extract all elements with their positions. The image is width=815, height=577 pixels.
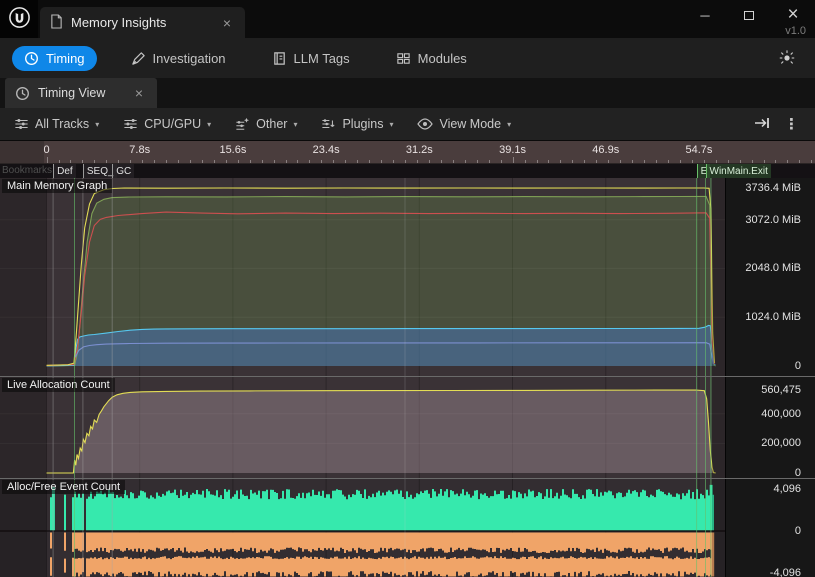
view-tab-label: Timing View xyxy=(38,86,123,100)
toolbar-tab-label: Timing xyxy=(46,51,85,66)
tracks-filter-icon xyxy=(14,117,29,131)
ruler-tick-label: 7.8s xyxy=(129,144,150,156)
unreal-logo-icon xyxy=(8,6,31,32)
toolbar-tab-label: Modules xyxy=(418,51,467,66)
bookmarks-lane-label: Bookmarks xyxy=(2,165,52,176)
ruler-tick-label: 46.9s xyxy=(592,144,619,156)
memory-insights-window: Memory Insights × ─ × v1.0 Timing Investi… xyxy=(0,0,815,577)
doc-tab-memory-insights[interactable]: Memory Insights × xyxy=(40,7,245,38)
debug-bug-icon[interactable] xyxy=(779,49,795,68)
chevron-down-icon: ▾ xyxy=(389,120,393,129)
axis-label: 4,096 xyxy=(773,483,801,495)
timeline-marker-gc[interactable]: GC xyxy=(112,164,134,178)
chevron-down-icon: ▾ xyxy=(293,120,297,129)
doc-tab-close-icon[interactable]: × xyxy=(219,16,235,30)
dropdown-other[interactable]: Other ▾ xyxy=(227,112,305,136)
axis-label: -4,096 xyxy=(770,567,801,577)
axis-label: 3072.0 MiB xyxy=(745,214,801,226)
toolbar-tab-label: LLM Tags xyxy=(294,51,350,66)
ruler-tick-label: 0 xyxy=(43,144,49,156)
doc-tab-title: Memory Insights xyxy=(71,15,209,30)
eye-icon xyxy=(417,118,433,130)
post-session-shade xyxy=(712,178,725,577)
series-alloc-events xyxy=(50,485,714,531)
toolbar-tab-label: Investigation xyxy=(153,51,226,66)
chevron-down-icon: ▾ xyxy=(207,120,211,129)
track-separator xyxy=(0,478,815,479)
dropdown-all-tracks[interactable]: All Tracks ▾ xyxy=(6,112,107,136)
titlebar: Memory Insights × ─ × v1.0 xyxy=(0,0,815,38)
maximize-icon xyxy=(744,11,754,20)
toolbar-tab-llm-tags[interactable]: LLM Tags xyxy=(260,46,362,71)
timeline-marker-winmain-exit[interactable]: WinMain.Exit xyxy=(706,164,771,178)
view-tab-timing-view[interactable]: Timing View × xyxy=(5,78,157,108)
version-label: v1.0 xyxy=(785,25,806,37)
axis-label: 3736.4 MiB xyxy=(745,182,801,194)
toolbar-tab-timing[interactable]: Timing xyxy=(12,46,97,71)
track-header-alloc-free-event-count[interactable]: Alloc/Free Event Count xyxy=(2,480,125,494)
investigation-icon xyxy=(131,51,146,66)
toolbar-tab-investigation[interactable]: Investigation xyxy=(119,46,238,71)
series-free-events-lower xyxy=(50,556,714,576)
track-header-main-memory-graph[interactable]: Main Memory Graph xyxy=(2,179,112,193)
ruler-tick-label: 15.6s xyxy=(219,144,246,156)
series-allocated-band-fill xyxy=(47,326,716,367)
dropdown-label: Plugins xyxy=(342,117,383,131)
dropdown-plugins[interactable]: Plugins ▾ xyxy=(313,112,401,136)
kebab-menu-icon[interactable]: ⋮ xyxy=(784,115,799,133)
main-toolbar: Timing Investigation LLM Tags Modules xyxy=(0,38,815,78)
dropdown-label: View Mode xyxy=(439,117,501,131)
unreal-logo-button[interactable] xyxy=(0,0,38,38)
clock-icon xyxy=(24,51,39,66)
ruler-tick-label: 39.1s xyxy=(499,144,526,156)
page-icon xyxy=(50,14,63,32)
time-ruler[interactable]: 0 7.8s 15.6s 23.4s 31.2s 39.1s 46.9s 54.7s xyxy=(0,140,815,163)
maximize-button[interactable] xyxy=(727,0,771,30)
dropdown-cpu-gpu[interactable]: CPU/GPU ▾ xyxy=(115,112,219,136)
dropdown-label: Other xyxy=(256,117,287,131)
jump-to-end-icon[interactable] xyxy=(754,116,770,133)
dropdown-view-mode[interactable]: View Mode ▾ xyxy=(409,112,519,136)
track-separator xyxy=(0,376,815,377)
track-header-live-allocation-count[interactable]: Live Allocation Count xyxy=(2,378,115,392)
axis-label: 560,475 xyxy=(761,384,801,396)
timeline-marker-def[interactable]: Def xyxy=(53,164,76,178)
cpu-gpu-filter-icon xyxy=(123,117,138,131)
axis-label: 2048.0 MiB xyxy=(745,262,801,274)
ruler-lead-shade xyxy=(0,141,44,163)
axis-label: 0 xyxy=(795,360,801,372)
bookmarks-lane: Bookmarks DefSEQ_GCEWinMain.Exit xyxy=(0,163,815,178)
toolbar-tab-modules[interactable]: Modules xyxy=(384,46,479,71)
value-axis-panel: 3736.4 MiB 3072.0 MiB 2048.0 MiB 1024.0 MiB… xyxy=(725,178,815,577)
toolbar-right xyxy=(779,49,803,68)
chevron-down-icon: ▾ xyxy=(507,120,511,129)
axis-label: 400,000 xyxy=(761,408,801,420)
other-filter-icon xyxy=(235,117,250,131)
plugins-filter-icon xyxy=(321,117,336,131)
filterbar-right: ⋮ xyxy=(754,115,809,133)
timing-graph-area[interactable]: 3736.4 MiB 3072.0 MiB 2048.0 MiB 1024.0 MiB… xyxy=(0,178,815,577)
ruler-tick-label: 54.7s xyxy=(686,144,713,156)
chevron-down-icon: ▾ xyxy=(95,120,99,129)
modules-icon xyxy=(396,51,411,66)
ruler-tick-label: 31.2s xyxy=(406,144,433,156)
dropdown-label: All Tracks xyxy=(35,117,89,131)
minimize-button[interactable]: ─ xyxy=(683,0,727,30)
axis-label: 1024.0 MiB xyxy=(745,311,801,323)
view-tab-close-icon[interactable]: × xyxy=(131,86,147,100)
view-tab-bar: Timing View × xyxy=(0,78,815,108)
clock-icon xyxy=(15,86,30,101)
series-live-allocation-count-fill xyxy=(47,390,716,473)
llm-tags-icon xyxy=(272,51,287,66)
axis-label: 0 xyxy=(795,525,801,537)
dropdown-label: CPU/GPU xyxy=(144,117,201,131)
ruler-tick-label: 23.4s xyxy=(313,144,340,156)
axis-label: 200,000 xyxy=(761,437,801,449)
filter-toolbar: All Tracks▾CPU/GPU▾Other▾Plugins▾View Mo… xyxy=(0,108,815,140)
